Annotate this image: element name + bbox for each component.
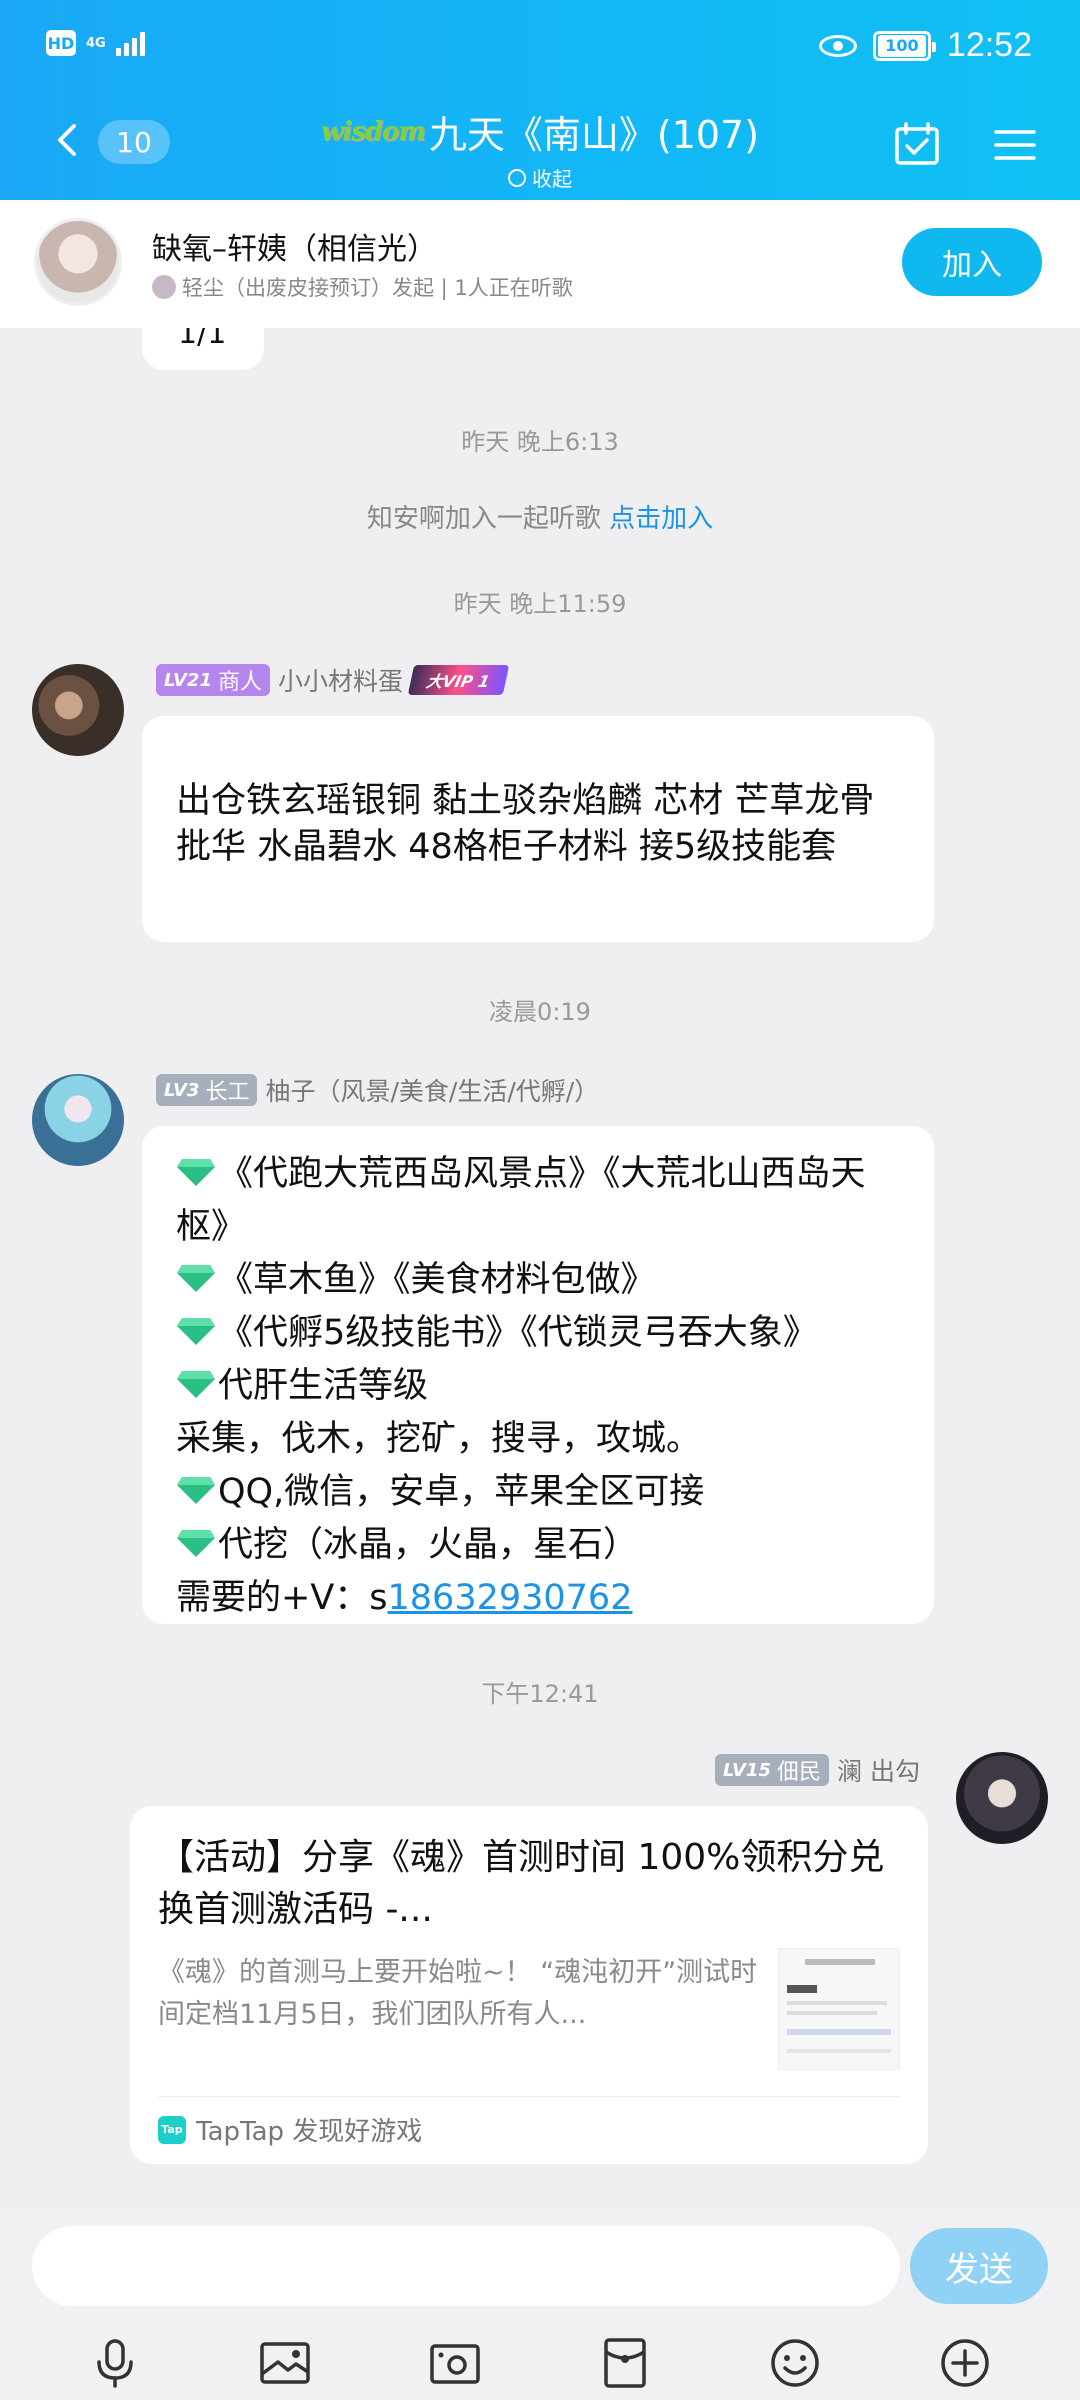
message-line: 需要的+V：s18632930762 [176,1578,633,1618]
hd-indicator: HD [46,30,76,56]
card-description: 《魂》的首测马上要开始啦~！ “魂沌初开”测试时间定档11月5日，我们团队所有人… [158,1957,758,2030]
level-badge: LV3 长工 [156,1074,258,1106]
diamond-icon [177,1265,215,1292]
message-bubble[interactable]: 出仓铁玄瑶银铜 黏土驳杂焰麟 芯材 芒草龙骨批华 水晶碧水 48格柜子材料 接5… [142,716,934,942]
sender-meta: LV3 长工 柚子（风景/美食/生活/代孵/） [156,1072,599,1108]
card-title: 【活动】分享《魂》首测时间 100%领积分兑换首测激活码 -... [158,1837,885,1930]
message-input[interactable] [32,2226,900,2306]
battery-icon: 100 [872,30,936,61]
composer-toolbar [0,2326,1080,2400]
red-packet-icon[interactable] [598,2336,652,2390]
chat-header: 10 wisdom 九天《南山》(107) 收起 [0,98,1080,200]
message-line: 《草木鱼》《美食材料包做》 [176,1254,900,1307]
sender-avatar[interactable] [32,664,124,756]
sender-name[interactable]: 小小材料蛋 [278,662,403,698]
message-line: 《代跑大荒西岛风景点》《大荒北山西岛天枢》 [176,1154,866,1247]
diamond-icon [177,1318,215,1345]
join-link[interactable]: 点击加入 [609,504,713,534]
eye-comfort-icon [818,34,857,57]
join-listening-button[interactable]: 加入 [902,228,1042,296]
calendar-check-icon[interactable] [892,120,942,170]
camera-icon[interactable] [428,2336,482,2390]
timestamp: 凌晨0:19 [489,998,591,1026]
chat-messages[interactable]: 1/1 昨天 晚上6:13 知安啊加入一起听歌 点击加入 昨天 晚上11:59 … [0,328,1080,2208]
diamond-icon [177,1530,215,1557]
card-thumbnail [778,1948,900,2070]
emoji-icon[interactable] [768,2336,822,2390]
network-type: 4G [86,35,106,51]
signal-icon [115,30,145,56]
level-badge: LV21 商人 [156,664,270,696]
message-line: 《代孵5级技能书》《代锁灵弓吞大象》 [176,1307,900,1360]
card-source-text: TapTap 发现好游戏 [196,2117,423,2147]
top-bar: HD 4G 100 12:52 10 wisdom 九天《南山》(107) 收起 [0,0,1080,200]
plus-circle-icon[interactable] [938,2336,992,2390]
taptap-logo-icon: Tap [158,2115,186,2144]
group-badge: wisdom [320,116,426,147]
listen-together-bar[interactable]: 缺氧–轩姨（相信光） 轻尘（出废皮接预订）发起 | 1人正在听歌 加入 [0,200,1080,328]
shared-link-card[interactable]: 【活动】分享《魂》首测时间 100%领积分兑换首测激活码 -... 《魂》的首测… [130,1806,928,2164]
diamond-icon [177,1371,215,1398]
clock: 12:52 [946,26,1032,64]
diamond-icon [177,1477,215,1504]
message-line: QQ,微信，安卓，苹果全区可接 [176,1466,900,1519]
menu-icon[interactable] [990,120,1040,170]
phone-link[interactable]: 18632930762 [388,1578,633,1618]
image-icon[interactable] [258,2336,312,2390]
message-line: 代挖（冰晶，火晶，星石） [176,1519,900,1572]
host-avatar [152,275,176,299]
vip-badge: 大VIP 1 [407,665,509,695]
timestamp: 昨天 晚上6:13 [461,428,619,456]
card-source: Tap TapTap 发现好游戏 [158,2096,900,2148]
previous-message-bubble: 1/1 [142,328,264,370]
timestamp: 下午12:41 [481,1680,599,1708]
status-bar: HD 4G 100 12:52 [0,0,1080,98]
level-badge: LV15 佃民 [715,1754,830,1786]
sender-meta: LV21 商人 小小材料蛋 大VIP 1 [156,662,509,698]
sender-meta: LV15 佃民 澜 出勾 [715,1752,920,1788]
song-cover [34,218,122,306]
chevron-up-circle-icon [508,168,526,187]
battery-level: 100 [877,34,926,57]
message-bubble[interactable]: 《代跑大荒西岛风景点》《大荒北山西岛天枢》 《草木鱼》《美食材料包做》 《代孵5… [142,1126,934,1624]
timestamp: 昨天 晚上11:59 [453,590,627,618]
song-title: 缺氧–轩姨（相信光） [152,232,437,267]
message-line: 采集，伐木，挖矿，搜寻，攻城。 [176,1419,702,1459]
sender-avatar[interactable] [32,1074,124,1166]
microphone-icon[interactable] [88,2336,142,2390]
send-button[interactable]: 发送 [910,2228,1048,2304]
song-subtitle: 轻尘（出废皮接预订）发起 | 1人正在听歌 [152,272,573,302]
composer: 发送 [0,2208,1080,2400]
sender-name[interactable]: 澜 出勾 [837,1752,920,1788]
group-title: 九天《南山》(107) [428,113,760,157]
system-message: 知安啊加入一起听歌 点击加入 [0,498,1080,535]
sender-avatar[interactable] [956,1752,1048,1844]
diamond-icon [177,1159,215,1186]
collapse-label: 收起 [532,167,572,191]
message-line: 代肝生活等级 [176,1360,900,1413]
system-message-text: 知安啊加入一起听歌 [366,504,601,534]
sender-name[interactable]: 柚子（风景/美食/生活/代孵/） [265,1072,599,1108]
song-subtitle-text: 轻尘（出废皮接预订）发起 | 1人正在听歌 [182,276,573,300]
